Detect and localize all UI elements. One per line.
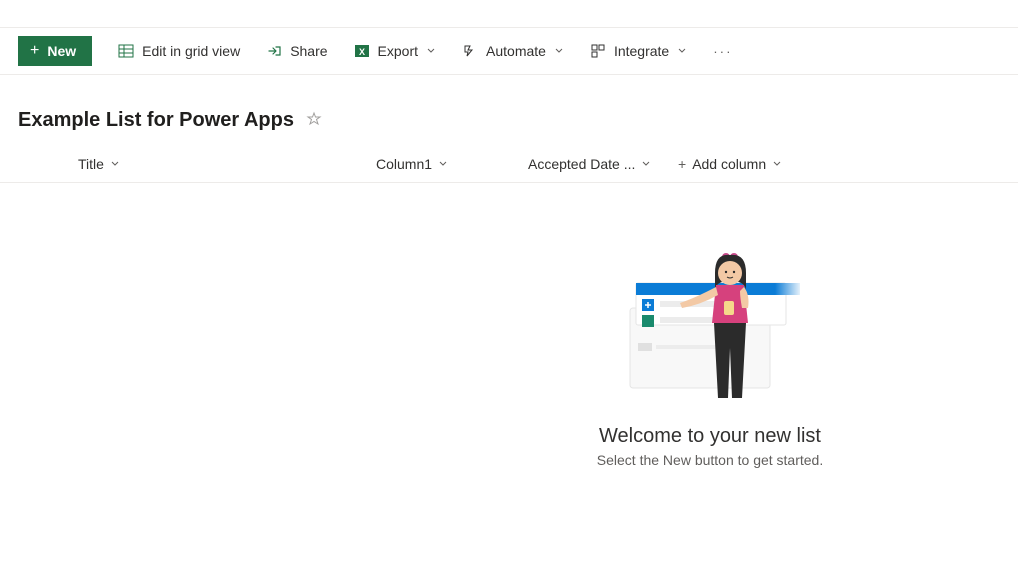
automate-icon — [462, 43, 478, 59]
automate-button[interactable]: Automate — [452, 37, 574, 65]
export-label: Export — [378, 43, 418, 59]
column-header-column1[interactable]: Column1 — [376, 156, 448, 172]
chevron-down-icon — [438, 159, 448, 169]
chevron-down-icon — [641, 159, 651, 169]
share-button[interactable]: Share — [256, 37, 337, 65]
edit-grid-label: Edit in grid view — [142, 43, 240, 59]
empty-state-illustration — [620, 253, 800, 403]
chevron-down-icon — [110, 159, 120, 169]
column-header-accepted-date[interactable]: Accepted Date ... — [528, 156, 651, 172]
column-column1-label: Column1 — [376, 156, 432, 172]
chevron-down-icon — [554, 46, 564, 56]
more-button[interactable]: ··· — [703, 38, 742, 65]
excel-icon: X — [354, 43, 370, 59]
plus-icon: + — [30, 43, 39, 59]
grid-icon — [118, 43, 134, 59]
chevron-down-icon — [677, 46, 687, 56]
window-top-spacer — [0, 0, 1018, 28]
automate-label: Automate — [486, 43, 546, 59]
share-icon — [266, 43, 282, 59]
page-header: Example List for Power Apps — [0, 75, 1018, 146]
empty-state: Welcome to your new list Select the New … — [580, 253, 840, 468]
column-date-label: Accepted Date ... — [528, 156, 635, 172]
chevron-down-icon — [772, 159, 782, 169]
svg-text:X: X — [359, 47, 365, 57]
chevron-down-icon — [426, 46, 436, 56]
new-button-label: New — [47, 43, 76, 59]
column-header-title[interactable]: Title — [78, 156, 120, 172]
plus-icon: + — [678, 156, 686, 172]
column-headers-row: Title Column1 Accepted Date ... + Add co… — [0, 146, 1018, 183]
column-title-label: Title — [78, 156, 104, 172]
empty-state-subtitle: Select the New button to get started. — [597, 452, 823, 468]
integrate-label: Integrate — [614, 43, 669, 59]
page-title: Example List for Power Apps — [18, 109, 294, 132]
add-column-button[interactable]: + Add column — [678, 156, 782, 172]
edit-grid-button[interactable]: Edit in grid view — [108, 37, 250, 65]
favorite-star-icon[interactable] — [306, 111, 322, 130]
add-column-label: Add column — [692, 156, 766, 172]
share-label: Share — [290, 43, 327, 59]
new-button[interactable]: + New — [18, 36, 92, 66]
integrate-button[interactable]: Integrate — [580, 37, 697, 65]
export-button[interactable]: X Export — [344, 37, 446, 65]
integrate-icon — [590, 43, 606, 59]
empty-state-title: Welcome to your new list — [599, 425, 821, 448]
command-bar: + New Edit in grid view Share X Export A… — [0, 28, 1018, 75]
